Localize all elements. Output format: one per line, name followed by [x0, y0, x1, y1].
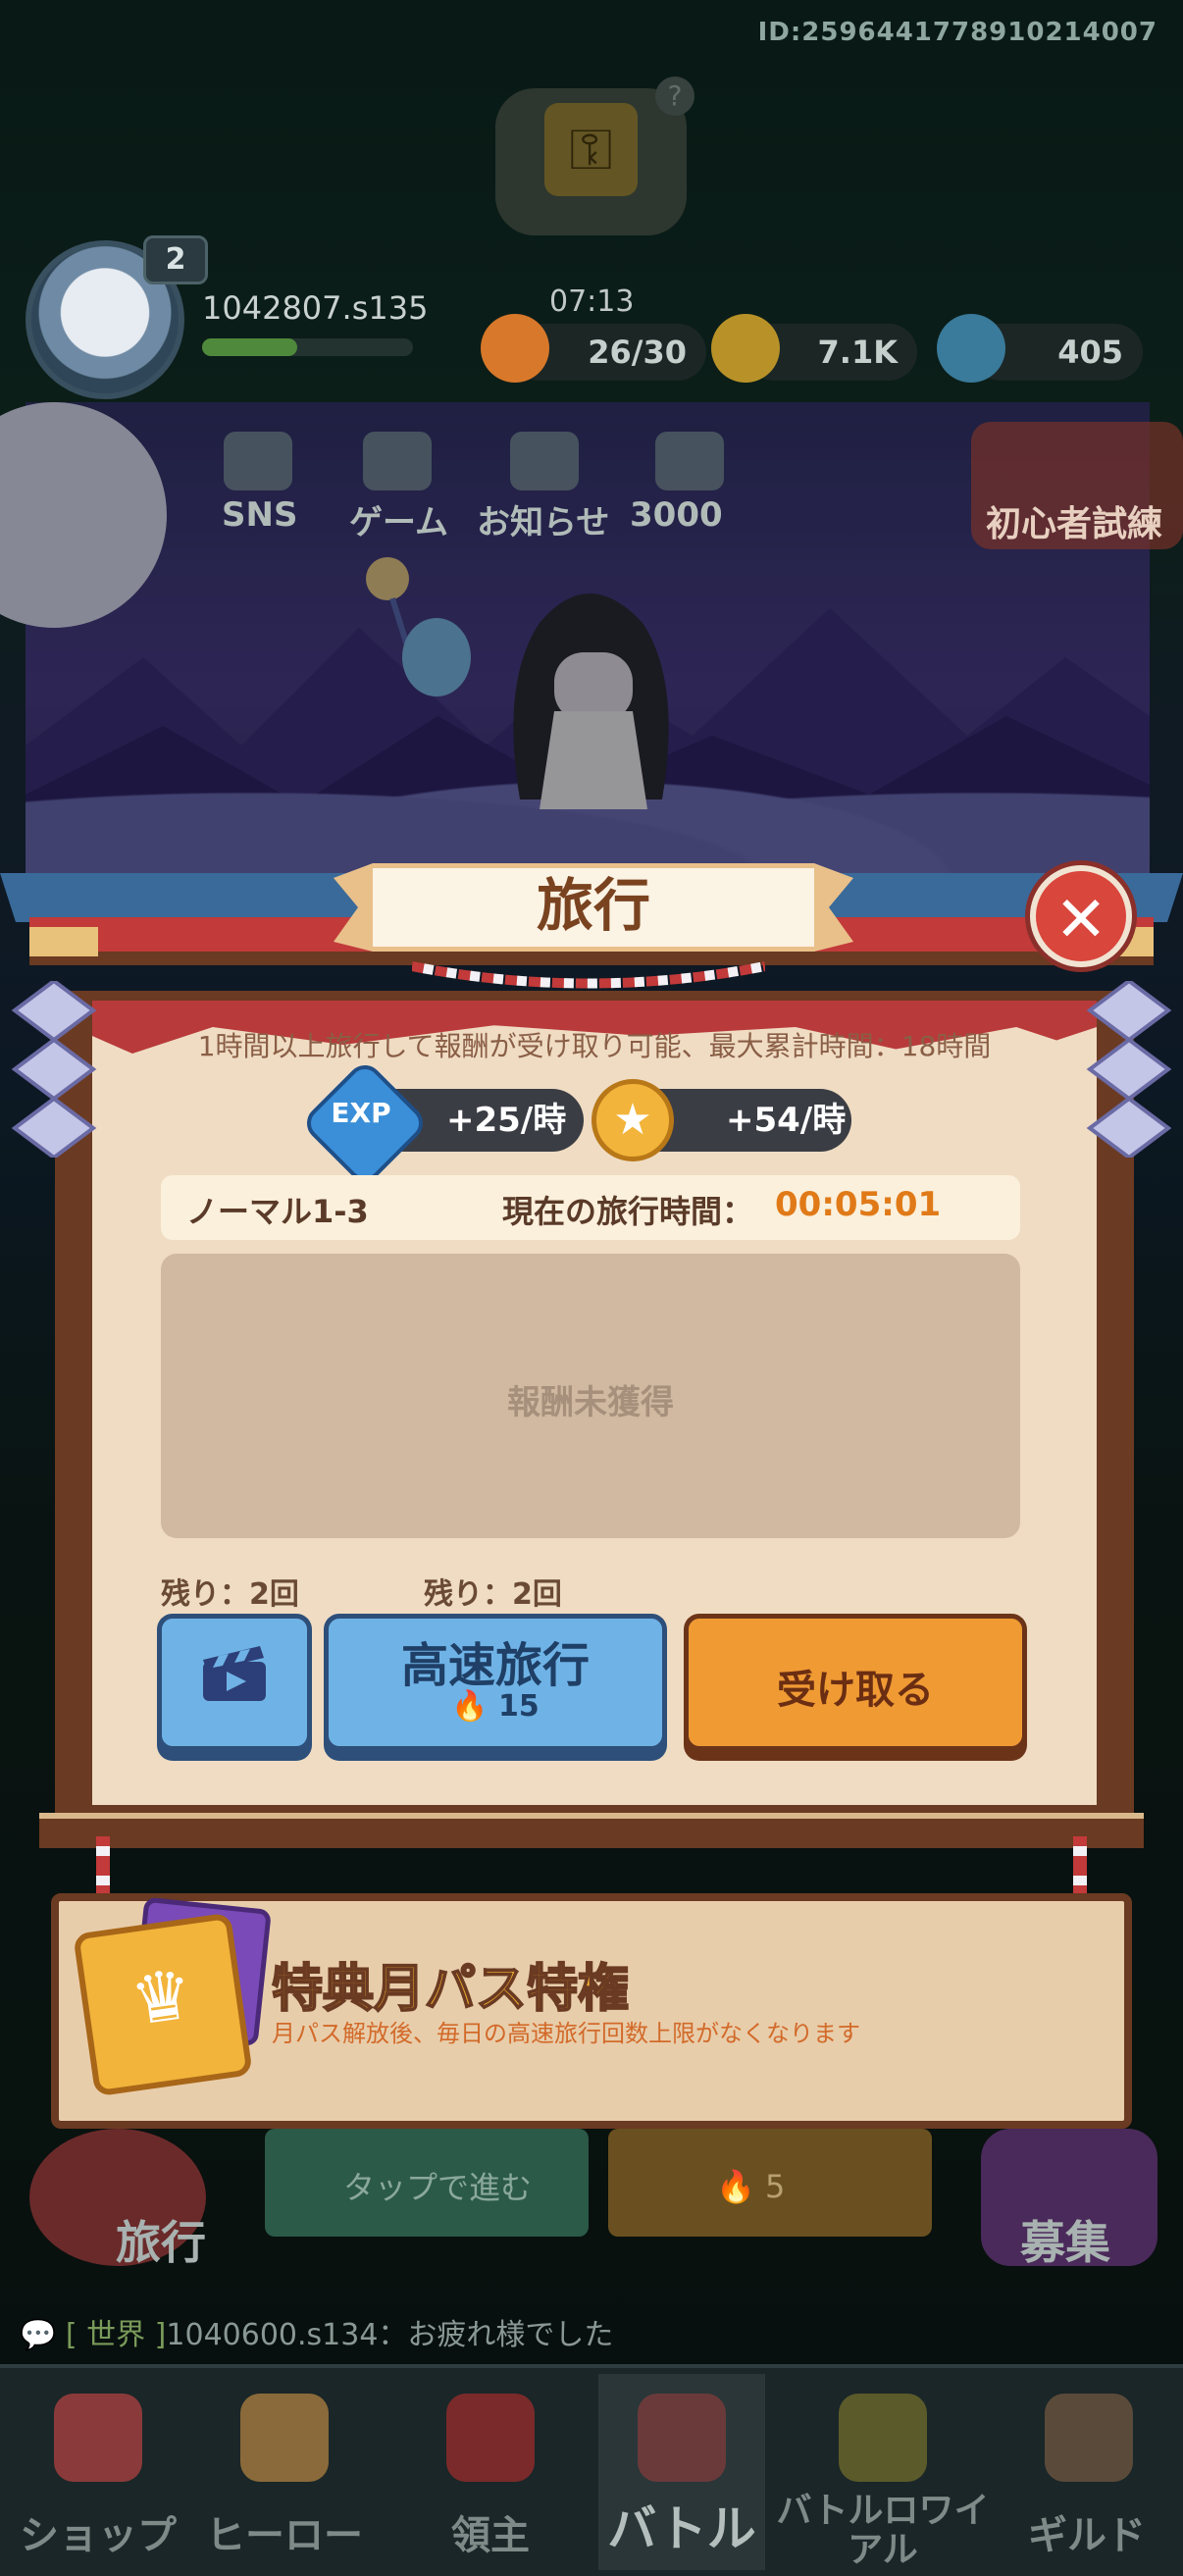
tab-label: 領主 [451, 2513, 530, 2558]
coin-icon: ★ [592, 1079, 674, 1161]
ad-remaining: 残り：2回 [161, 1577, 299, 1612]
recruit-label[interactable]: 募集 [1020, 2207, 1110, 2272]
hero-icon [240, 2394, 329, 2482]
monthly-pass-description: 月パス解放後、毎日の高速旅行回数上限がなくなります [272, 2020, 860, 2047]
reward-empty-text: 報酬未獲得 [507, 1383, 674, 1422]
eye-icon [839, 2394, 927, 2482]
menu-label-news: お知らせ [477, 503, 610, 542]
tab-guild[interactable]: ギルド [991, 2374, 1183, 2570]
left-ornament [11, 981, 97, 1158]
crystal-icon[interactable] [937, 314, 1005, 383]
chat-channel: [ 世界 ] [65, 2318, 167, 2352]
stage-label: ノーマル1-3 [186, 1193, 369, 1230]
lord-icon [446, 2394, 535, 2482]
fast-travel-label: 高速旅行 [400, 1638, 590, 1693]
crown-card-icon: ♛ [73, 1912, 253, 2097]
tab-battle-royale[interactable]: バトルロワイアル [775, 2374, 991, 2570]
close-icon: ✕ [1054, 884, 1107, 956]
chat-bubble-icon: 💬 [20, 2318, 57, 2352]
tab-hero[interactable]: ヒーロー [186, 2374, 383, 2570]
flame-icon[interactable] [481, 314, 549, 383]
shop-icon [54, 2394, 142, 2482]
tab-battle[interactable]: バトル [598, 2374, 765, 2570]
tab-label: バトルロワイアル [776, 2491, 990, 2570]
travel-time-label: 現在の旅行時間： [502, 1193, 754, 1230]
claim-label: 受け取る [777, 1668, 934, 1713]
close-button[interactable]: ✕ [1030, 865, 1132, 967]
calendar-check-icon[interactable] [655, 432, 724, 490]
user-id: ID:2596441778910214007 [757, 18, 1157, 47]
tab-shop[interactable]: ショップ [0, 2374, 196, 2570]
game-icon[interactable] [363, 432, 432, 490]
player-name: 1042807.s135 [202, 289, 429, 327]
tab-label: ショップ [20, 2513, 177, 2558]
chat-message: 1040600.s134：お疲れ様でした [166, 2318, 614, 2352]
travel-time-value: 00:05:01 [775, 1185, 942, 1224]
beginner-trial-label: 初心者試練 [986, 504, 1163, 544]
menu-label-3000: 3000 [630, 495, 723, 535]
menu-label-sns: SNS [222, 495, 298, 535]
tab-label: ギルド [1028, 2513, 1146, 2558]
menu-label-game: ゲーム [349, 503, 448, 542]
megaphone-icon[interactable] [510, 432, 579, 490]
travel-shortcut-label[interactable]: 旅行 [116, 2207, 206, 2272]
monthly-pass-title: 特典月パス特権 [271, 1959, 630, 2020]
guild-icon [1045, 2394, 1133, 2482]
level-badge: 2 [143, 235, 208, 284]
xp-bar [202, 338, 413, 356]
coin-icon[interactable] [711, 314, 780, 383]
x-logo-icon[interactable] [224, 432, 292, 490]
exp-icon-label: EXP [331, 1097, 391, 1129]
quick-start-cost: 🔥 5 [716, 2168, 786, 2205]
sword-icon [638, 2394, 726, 2482]
right-ornament [1086, 981, 1172, 1158]
world-chat[interactable]: 💬 [ 世界 ]1040600.s134：お疲れ様でした [20, 2310, 613, 2353]
tab-lord[interactable]: 領主 [392, 2374, 589, 2570]
fast-remaining: 残り：2回 [424, 1577, 562, 1612]
fast-travel-cost: 🔥 15 [451, 1689, 540, 1724]
modal-bottom-beam [39, 1813, 1144, 1848]
clapperboard-icon [203, 1646, 266, 1701]
travel-info-text: 1時間以上旅行して報酬が受け取り可能、最大累計時間：18時間 [197, 1030, 992, 1062]
tap-to-proceed-text: タップで進む [343, 2169, 533, 2206]
flame-icon: 🔥 [451, 1689, 489, 1724]
modal-title: 旅行 [536, 872, 650, 939]
tab-label: ヒーロー [206, 2513, 363, 2558]
tab-label: バトル [607, 2500, 756, 2557]
stamina-timer: 07:13 [549, 284, 635, 319]
